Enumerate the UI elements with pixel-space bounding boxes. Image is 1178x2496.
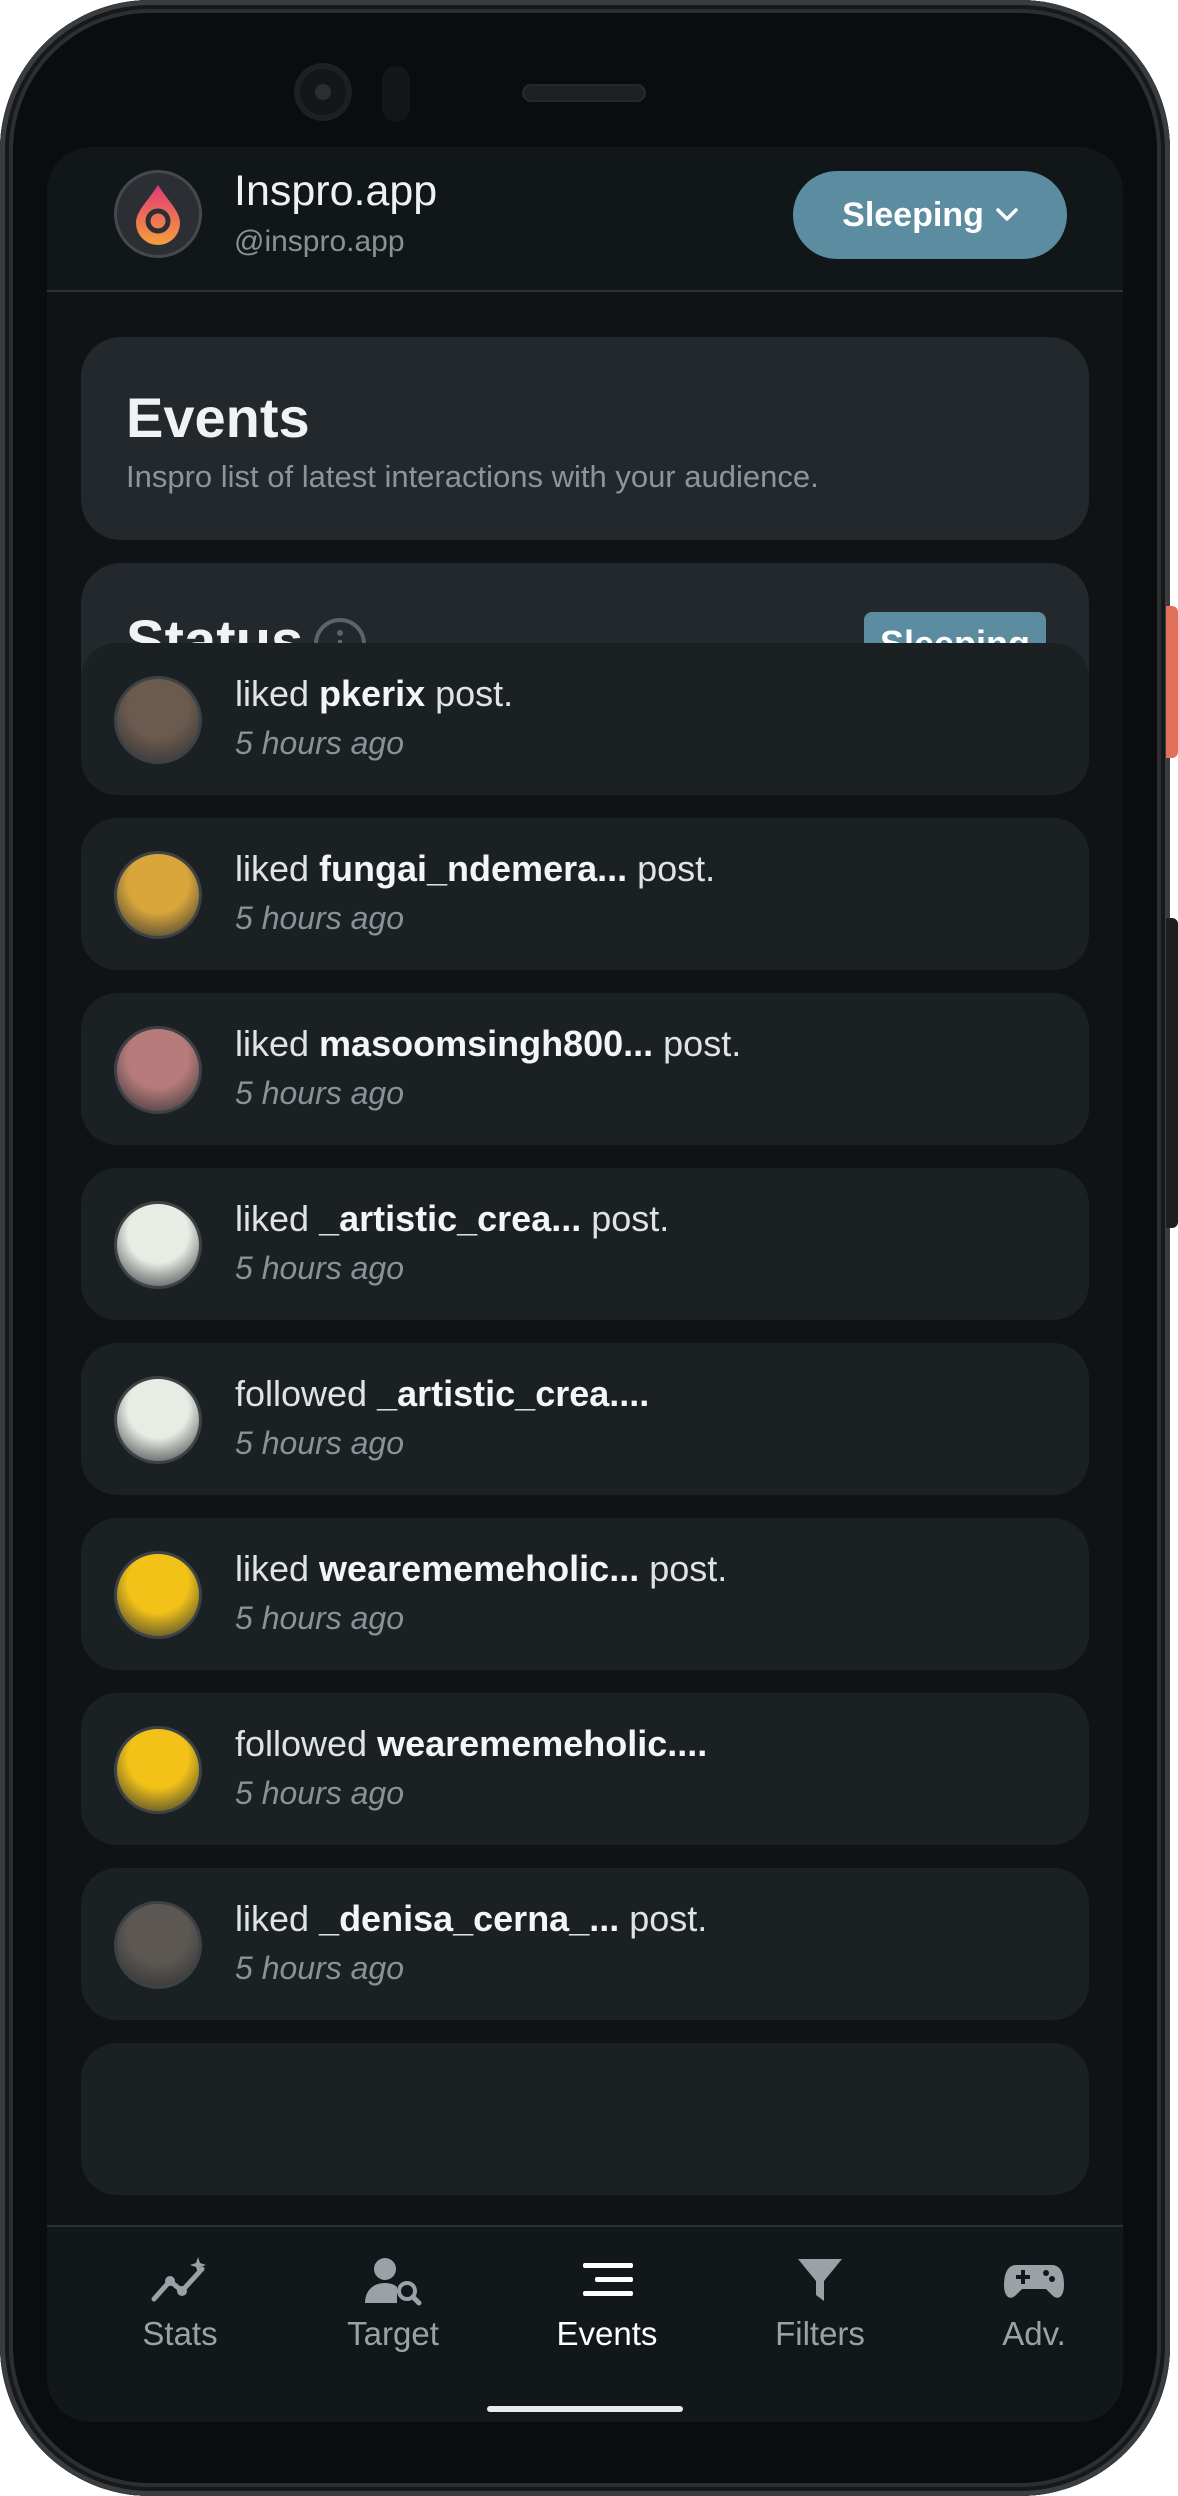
event-action: liked (235, 1023, 320, 1064)
event-description: followed wearememeholic.... (235, 1723, 707, 1765)
device-frame: Inspro.app @inspro.app Sleeping Events I… (0, 0, 1170, 2496)
earpiece-speaker (522, 84, 646, 102)
event-action: followed (235, 1373, 378, 1414)
nav-item-target[interactable]: Target (313, 2255, 473, 2353)
event-row[interactable]: liked wearememeholic... post. 5 hours ago (81, 1518, 1089, 1670)
event-timestamp: 5 hours ago (235, 1250, 405, 1286)
event-timestamp: 5 hours ago (235, 1950, 405, 1986)
nav-item-stats[interactable]: Stats (100, 2255, 260, 2353)
gamepad-icon (1004, 2265, 1064, 2298)
events-info-card: Events Inspro list of latest interaction… (81, 337, 1089, 540)
status-dropdown-label: Sleeping (842, 195, 984, 234)
nav-label-events: Events (556, 2315, 658, 2352)
user-avatar[interactable] (114, 1551, 202, 1639)
event-row[interactable]: liked fungai_ndemera... post. 5 hours ago (81, 818, 1089, 970)
event-object: post. (639, 1548, 728, 1589)
event-description: liked fungai_ndemera... post. (235, 848, 715, 890)
event-object: post. (581, 1198, 670, 1239)
user-avatar[interactable] (114, 851, 202, 939)
event-description: liked _denisa_cerna_... post. (235, 1898, 707, 1940)
event-description: liked masoomsingh800... post. (235, 1023, 741, 1065)
event-row[interactable]: liked _denisa_cerna_... post. 5 hours ago (81, 1868, 1089, 2020)
sensor (382, 66, 410, 122)
user-avatar[interactable] (114, 1201, 202, 1289)
user-avatar[interactable] (114, 1726, 202, 1814)
event-username[interactable]: _artistic_crea... (319, 1198, 581, 1239)
event-timestamp: 5 hours ago (235, 1600, 405, 1636)
event-action: liked (235, 848, 320, 889)
event-object: post. (627, 848, 716, 889)
event-row-partial[interactable] (81, 2043, 1089, 2195)
event-action: liked (235, 1898, 320, 1939)
bottom-navigation: Stats Target Events Filters Adv. (47, 2225, 1123, 2422)
event-object: post. (425, 673, 514, 714)
event-action: liked (235, 673, 320, 714)
event-username[interactable]: fungai_ndemera... (319, 848, 627, 889)
event-timestamp: 5 hours ago (235, 1075, 405, 1111)
event-row[interactable]: followed _artistic_crea.... 5 hours ago (81, 1343, 1089, 1495)
event-row[interactable]: followed wearememeholic.... 5 hours ago (81, 1693, 1089, 1845)
events-list-icon (583, 2263, 633, 2296)
user-avatar[interactable] (114, 1026, 202, 1114)
event-username[interactable]: pkerix (319, 673, 425, 714)
target-user-search-icon (365, 2258, 422, 2306)
event-timestamp: 5 hours ago (235, 900, 405, 936)
event-timestamp: 5 hours ago (235, 725, 405, 761)
user-avatar[interactable] (114, 1376, 202, 1464)
event-action: liked (235, 1198, 320, 1239)
event-username[interactable]: wearememeholic... (319, 1548, 639, 1589)
event-row[interactable]: liked _artistic_crea... post. 5 hours ago (81, 1168, 1089, 1320)
power-button (1166, 606, 1178, 758)
event-username[interactable]: masoomsingh800... (319, 1023, 653, 1064)
event-description: liked pkerix post. (235, 673, 513, 715)
user-avatar[interactable] (114, 676, 202, 764)
app-title: Inspro.app (234, 167, 438, 215)
event-timestamp: 5 hours ago (235, 1425, 405, 1461)
status-dropdown-button[interactable]: Sleeping (793, 171, 1067, 259)
filter-funnel-icon (798, 2259, 842, 2301)
event-username[interactable]: _denisa_cerna_... (319, 1898, 619, 1939)
event-description: followed _artistic_crea.... (235, 1373, 649, 1415)
event-description: liked wearememeholic... post. (235, 1548, 727, 1590)
event-action: followed (235, 1723, 378, 1764)
chevron-down-icon (996, 208, 1018, 221)
event-username[interactable]: wearememeholic.... (377, 1723, 707, 1764)
event-action: liked (235, 1548, 320, 1589)
nav-label-filters: Filters (775, 2315, 865, 2352)
user-avatar[interactable] (114, 1901, 202, 1989)
event-object: post. (653, 1023, 742, 1064)
nav-item-advanced[interactable]: Adv. (954, 2255, 1114, 2353)
event-description: liked _artistic_crea... post. (235, 1198, 669, 1240)
nav-label-advanced: Adv. (1002, 2315, 1066, 2352)
page-subtitle: Inspro list of latest interactions with … (126, 459, 819, 494)
event-row[interactable]: liked pkerix post. 5 hours ago (81, 643, 1089, 795)
app-screen: Inspro.app @inspro.app Sleeping Events I… (47, 147, 1123, 2422)
event-timestamp: 5 hours ago (235, 1775, 405, 1811)
home-indicator[interactable] (487, 2406, 683, 2412)
page-title: Events (126, 386, 310, 449)
nav-label-target: Target (347, 2315, 439, 2352)
front-camera (294, 63, 352, 121)
app-handle: @inspro.app (234, 225, 405, 258)
volume-button (1166, 918, 1178, 1228)
nav-label-stats: Stats (142, 2315, 218, 2352)
stats-icon (151, 2257, 206, 2302)
nav-item-events[interactable]: Events (527, 2255, 687, 2353)
event-username[interactable]: _artistic_crea.... (377, 1373, 649, 1414)
inspro-logo-icon (114, 170, 202, 258)
event-object: post. (619, 1898, 708, 1939)
nav-item-filters[interactable]: Filters (740, 2255, 900, 2353)
app-header: Inspro.app @inspro.app Sleeping (47, 147, 1123, 292)
event-row[interactable]: liked masoomsingh800... post. 5 hours ago (81, 993, 1089, 1145)
